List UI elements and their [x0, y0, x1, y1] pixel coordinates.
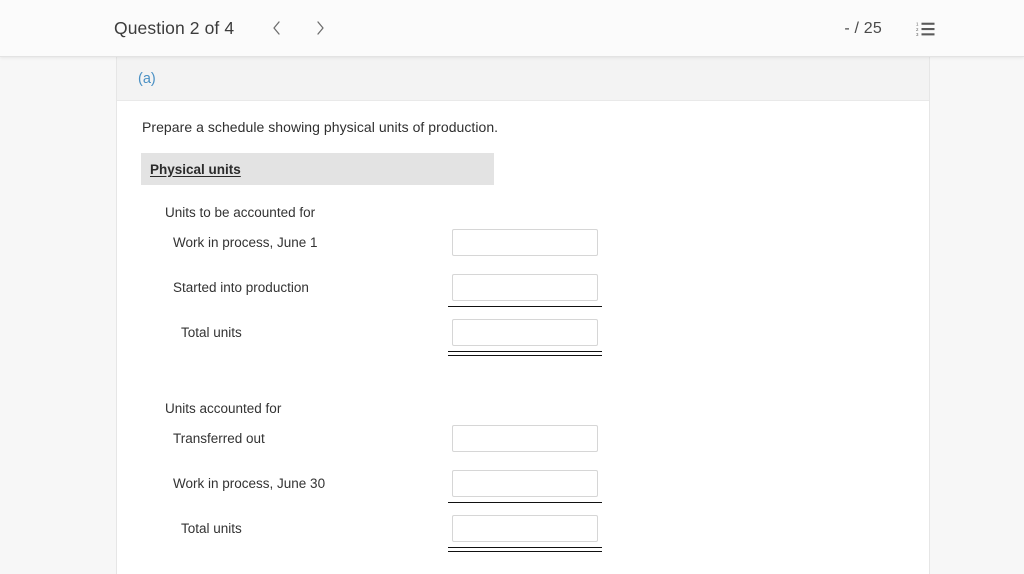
page-background: (a) Prepare a schedule showing physical …: [0, 57, 1024, 574]
top-header-bar: Question 2 of 4 - / 25 1 2 3: [0, 0, 1024, 57]
row-label: Started into production: [173, 280, 309, 295]
table-row: Total units: [141, 506, 929, 552]
answer-cell: [448, 274, 602, 307]
table-row: Transferred out: [141, 416, 929, 461]
row-label: Transferred out: [173, 431, 265, 446]
header-left-group: Question 2 of 4: [114, 14, 334, 42]
previous-question-button[interactable]: [262, 14, 290, 42]
score-indicator: - / 25: [844, 19, 882, 37]
answer-cell: [448, 470, 602, 503]
table-row: Total units: [141, 310, 929, 356]
row-label: Work in process, June 1: [173, 235, 318, 250]
answer-input-total-units-accounted-for[interactable]: [452, 319, 598, 346]
row-label: Total units: [181, 325, 242, 340]
answer-input-started-into-production[interactable]: [452, 274, 598, 301]
instruction-text: Prepare a schedule showing physical unit…: [142, 119, 499, 135]
answer-input-wip-june-1[interactable]: [452, 229, 598, 256]
next-question-button[interactable]: [306, 14, 334, 42]
question-list-button[interactable]: 1 2 3: [910, 14, 940, 44]
schedule-column-header: Physical units: [141, 153, 494, 185]
header-right-group: - / 25 1 2 3: [844, 0, 1024, 57]
table-row: Work in process, June 1: [141, 220, 929, 265]
chevron-left-icon: [271, 20, 282, 36]
answer-cell: [448, 319, 602, 356]
answer-cell: [448, 229, 602, 256]
card-body: Prepare a schedule showing physical unit…: [117, 101, 929, 552]
column-header-physical-units: Physical units: [150, 161, 241, 177]
answer-input-transferred-out[interactable]: [452, 425, 598, 452]
part-header-band: (a): [117, 57, 929, 101]
row-label: Work in process, June 30: [173, 476, 326, 491]
answer-cell: [448, 425, 602, 452]
answer-input-wip-june-30[interactable]: [452, 470, 598, 497]
svg-text:1: 1: [916, 21, 919, 26]
svg-text:3: 3: [916, 32, 919, 37]
part-label: (a): [138, 70, 156, 87]
row-label: Total units: [181, 521, 242, 536]
question-title: Question 2 of 4: [114, 17, 235, 38]
answer-input-total-units-accounted[interactable]: [452, 515, 598, 542]
group-title: Units to be accounted for: [165, 205, 316, 220]
table-row: Started into production: [141, 265, 929, 310]
numbered-list-icon: 1 2 3: [916, 21, 935, 37]
svg-text:2: 2: [916, 26, 919, 31]
table-row: Work in process, June 30: [141, 461, 929, 506]
question-card: (a) Prepare a schedule showing physical …: [116, 57, 930, 574]
schedule-group-units-to-be-accounted-for: Units to be accounted for Work in proces…: [141, 205, 929, 356]
schedule-table: Physical units Units to be accounted for…: [117, 153, 929, 552]
chevron-right-icon: [315, 20, 326, 36]
question-navigation: [262, 14, 334, 42]
schedule-group-units-accounted-for: Units accounted for Transferred out Work…: [141, 401, 929, 552]
answer-cell: [448, 515, 602, 552]
group-title: Units accounted for: [165, 401, 282, 416]
